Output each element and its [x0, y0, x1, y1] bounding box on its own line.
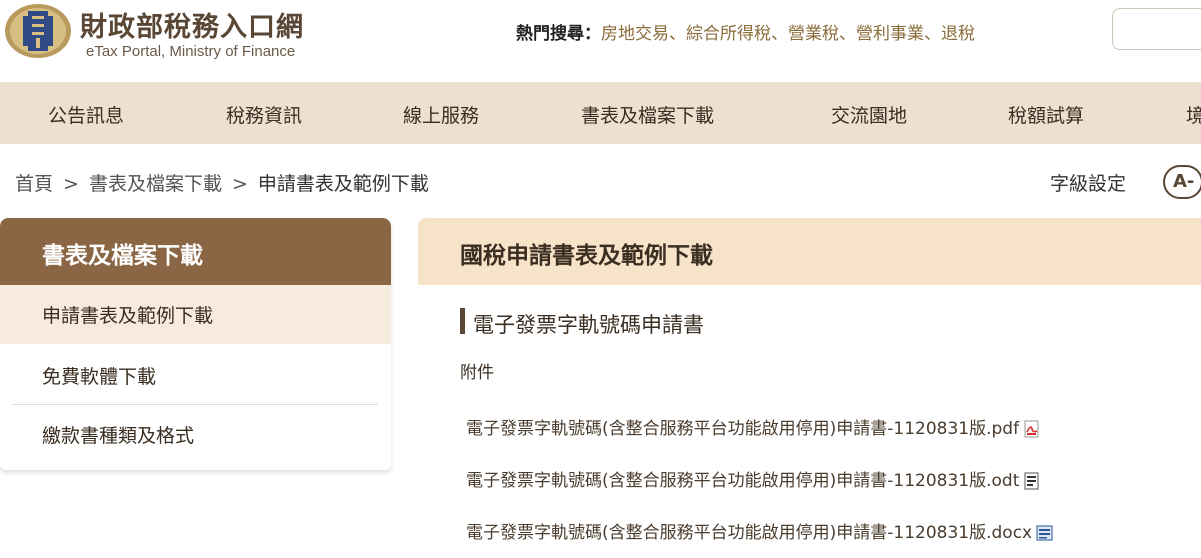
site-title[interactable]: 財政部稅務入口網 — [80, 5, 304, 44]
file-link-odt[interactable]: 電子發票字軌號碼(含整合服務平台功能啟用停用)申請書-1120831版.odt — [466, 466, 1041, 491]
section-title-bar — [460, 308, 465, 334]
hot-search-link-tax-refund[interactable]: 退稅 — [941, 24, 975, 44]
nav-item-forms-download[interactable]: 書表及檔案下載 — [581, 101, 714, 128]
odt-icon — [1024, 472, 1039, 490]
hot-search-link-business-tax[interactable]: 營業稅 — [788, 24, 839, 44]
nav-item-online-services[interactable]: 線上服務 — [403, 101, 479, 128]
nav-item-tax-info[interactable]: 稅務資訊 — [226, 101, 302, 128]
sidebar-item-payment-slip-formats[interactable]: 繳款書種類及格式 — [0, 405, 391, 464]
hot-search-separator: 、 — [771, 24, 788, 44]
hot-search-link-real-estate[interactable]: 房地交易 — [601, 24, 669, 44]
hot-search-label: 熱門搜尋： — [516, 24, 601, 44]
file-link-pdf[interactable]: 電子發票字軌號碼(含整合服務平台功能啟用停用)申請書-1120831版.pdf — [466, 414, 1041, 439]
sidebar-header: 書表及檔案下載 — [0, 218, 391, 285]
breadcrumb-forms-download[interactable]: 書表及檔案下載 — [89, 173, 222, 195]
font-smaller-button[interactable]: A- — [1163, 165, 1201, 199]
file-name[interactable]: 電子發票字軌號碼(含整合服務平台功能啟用停用)申請書-1120831版.docx — [466, 523, 1032, 543]
site-header: 財政部稅務入口網 eTax Portal, Ministry of Financ… — [0, 0, 1201, 82]
hot-search-link-profit-enterprise[interactable]: 營利事業 — [856, 24, 924, 44]
site-subtitle: eTax Portal, Ministry of Finance — [86, 43, 296, 60]
file-name[interactable]: 電子發票字軌號碼(含整合服務平台功能啟用停用)申請書-1120831版.pdf — [466, 419, 1019, 439]
nav-item-tax-calculator[interactable]: 稅額試算 — [1008, 101, 1084, 128]
pdf-icon — [1024, 420, 1039, 438]
sidebar-item-label: 繳款書種類及格式 — [42, 425, 195, 447]
sidebar-item-application-forms[interactable]: 申請書表及範例下載 — [0, 285, 391, 344]
hot-search-link-income-tax[interactable]: 綜合所得稅 — [686, 24, 771, 44]
sidebar-item-label: 免費軟體下載 — [42, 366, 157, 388]
attachments-label: 附件 — [460, 363, 494, 383]
breadcrumb: 首頁 > 書表及檔案下載 > 申請書表及範例下載 — [15, 169, 429, 196]
breadcrumb-separator: > — [231, 173, 248, 195]
breadcrumb-separator: > — [63, 173, 79, 195]
hot-search-separator: 、 — [924, 24, 941, 44]
font-size-label: 字級設定 — [1050, 173, 1127, 195]
page-title: 國稅申請書表及範例下載 — [460, 243, 713, 269]
main-nav: 公告訊息 稅務資訊 線上服務 書表及檔案下載 交流園地 稅額試算 境 — [0, 82, 1201, 144]
file-link-docx[interactable]: 電子發票字軌號碼(含整合服務平台功能啟用停用)申請書-1120831版.docx — [466, 518, 1054, 543]
content-panel: 國稅申請書表及範例下載 電子發票字軌號碼申請書 附件 電子發票字軌號碼(含整合服… — [418, 218, 1201, 558]
file-name[interactable]: 電子發票字軌號碼(含整合服務平台功能啟用停用)申請書-1120831版.odt — [466, 471, 1019, 491]
sidebar-title: 書表及檔案下載 — [42, 243, 203, 269]
breadcrumb-current: 申請書表及範例下載 — [257, 173, 429, 195]
hot-search-separator: 、 — [669, 24, 686, 44]
mof-emblem-icon[interactable] — [2, 2, 72, 60]
section-title: 電子發票字軌號碼申請書 — [473, 313, 704, 337]
sidebar: 書表及檔案下載 申請書表及範例下載 免費軟體下載 繳款書種類及格式 — [0, 218, 391, 470]
docx-icon — [1036, 525, 1053, 541]
search-input[interactable] — [1112, 8, 1201, 50]
nav-item-truncated[interactable]: 境 — [1186, 101, 1201, 128]
nav-item-announcements[interactable]: 公告訊息 — [48, 101, 124, 128]
hot-search: 熱門搜尋：房地交易、綜合所得稅、營業稅、營利事業、退稅 — [516, 19, 975, 44]
sidebar-item-free-software[interactable]: 免費軟體下載 — [0, 346, 391, 405]
sidebar-item-label: 申請書表及範例下載 — [42, 305, 214, 327]
hot-search-separator: 、 — [839, 24, 856, 44]
breadcrumb-home[interactable]: 首頁 — [15, 173, 53, 195]
nav-item-community[interactable]: 交流園地 — [831, 101, 907, 128]
content-header: 國稅申請書表及範例下載 — [418, 218, 1201, 285]
